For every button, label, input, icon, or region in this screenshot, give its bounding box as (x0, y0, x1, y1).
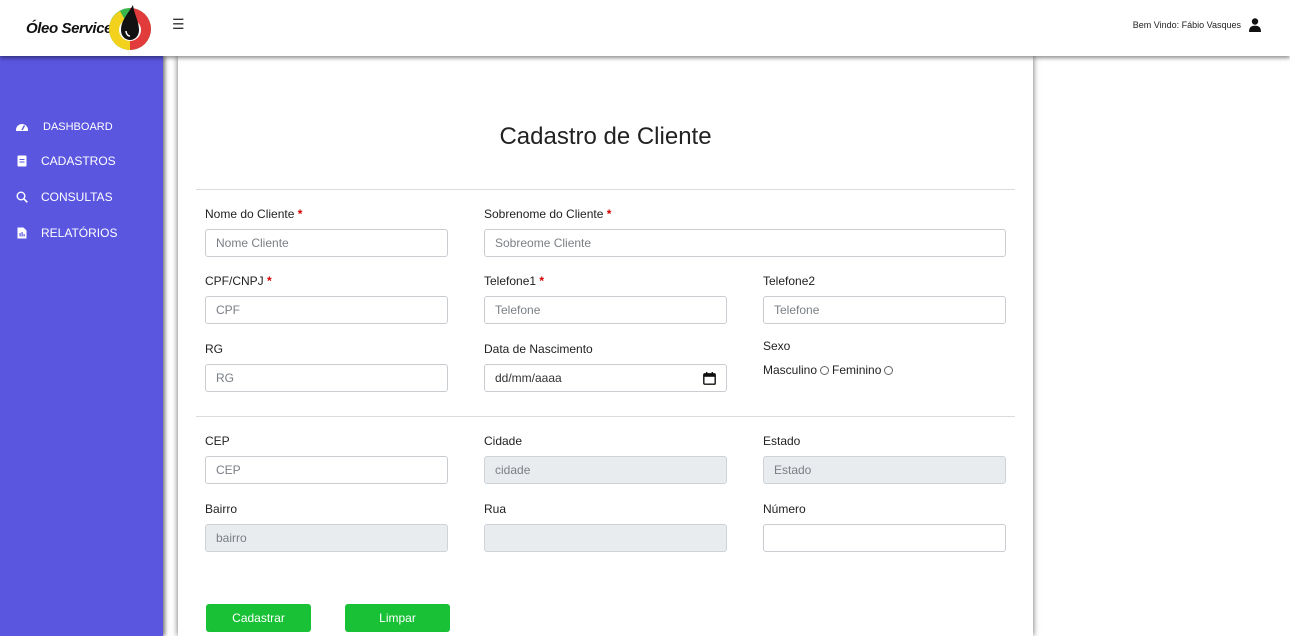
document-icon (17, 155, 27, 167)
cadastrar-button[interactable]: Cadastrar (206, 604, 311, 632)
limpar-button[interactable]: Limpar (345, 604, 450, 632)
feminino-radio[interactable] (884, 365, 894, 375)
menu-toggle-icon[interactable]: ☰ (172, 16, 185, 33)
search-icon (16, 191, 28, 203)
page-title: Cadastro de Cliente (499, 123, 712, 150)
cpf-label-text: CPF/CNPJ (205, 274, 264, 288)
rg-label: RG (205, 342, 223, 356)
sidebar-item-label: DASHBOARD (43, 121, 113, 133)
nome-label-text: Nome do Cliente (205, 207, 295, 221)
sidebar-item-label: CADASTROS (41, 154, 116, 168)
telefone2-input[interactable] (763, 296, 1006, 324)
sidebar-item-consultas[interactable]: CONSULTAS (16, 190, 113, 204)
birthdate-input[interactable]: dd/mm/aaaa (484, 364, 727, 392)
nascimento-label: Data de Nascimento (484, 342, 593, 356)
birthdate-placeholder: dd/mm/aaaa (495, 371, 562, 385)
sobrenome-label: Sobrenome do Cliente * (484, 207, 611, 221)
brand-name[interactable]: Óleo Service (26, 20, 112, 37)
estado-label: Estado (763, 434, 801, 448)
nome-input[interactable] (205, 229, 448, 257)
required-mark: * (267, 274, 272, 288)
divider (196, 416, 1015, 417)
telefone2-label: Telefone2 (763, 274, 816, 288)
sidebar-item-dashboard[interactable]: DASHBOARD (16, 121, 113, 133)
sexo-radio-group: Masculino Feminino (763, 363, 896, 377)
divider (196, 189, 1015, 190)
sidebar: DASHBOARD CADASTROS CONSULTAS RELATÓRIOS (0, 56, 163, 636)
dashboard-icon (16, 124, 28, 131)
customer-form-card: Cadastro de Cliente Nome do Cliente * So… (178, 56, 1033, 636)
numero-input[interactable] (763, 524, 1006, 552)
sidebar-item-relatorios[interactable]: RELATÓRIOS (16, 226, 117, 240)
rg-input[interactable] (205, 364, 448, 392)
cep-input[interactable] (205, 456, 448, 484)
sidebar-item-label: RELATÓRIOS (41, 226, 118, 240)
masculino-radio[interactable] (820, 365, 830, 375)
bairro-input (205, 524, 448, 552)
cpf-input[interactable] (205, 296, 448, 324)
cpf-label: CPF/CNPJ * (205, 274, 272, 288)
required-mark: * (606, 207, 612, 221)
rua-input (484, 524, 727, 552)
sidebar-item-cadastros[interactable]: CADASTROS (16, 154, 116, 168)
bairro-label: Bairro (205, 502, 238, 516)
brand-logo-icon (109, 5, 151, 50)
report-icon (17, 227, 27, 239)
feminino-label: Feminino (832, 363, 882, 377)
numero-label: Número (763, 502, 806, 516)
top-navbar: Óleo Service ☰ Bem Vindo: Fábio Vasques (0, 0, 1290, 56)
sobrenome-input[interactable] (484, 229, 1006, 257)
estado-input (763, 456, 1006, 484)
telefone1-label: Telefone1 * (484, 274, 544, 288)
sidebar-item-label: CONSULTAS (41, 190, 113, 204)
nome-label: Nome do Cliente * (205, 207, 302, 221)
telefone1-input[interactable] (484, 296, 727, 324)
required-mark: * (297, 207, 303, 221)
calendar-icon[interactable] (703, 371, 716, 385)
user-icon[interactable] (1249, 18, 1261, 32)
masculino-label: Masculino (763, 363, 818, 377)
sobrenome-label-text: Sobrenome do Cliente (484, 207, 604, 221)
cidade-input (484, 456, 727, 484)
rua-label: Rua (484, 502, 507, 516)
cep-label: CEP (205, 434, 230, 448)
welcome-text: Bem Vindo: Fábio Vasques (1132, 20, 1241, 30)
required-mark: * (539, 274, 545, 288)
sexo-label: Sexo (763, 339, 791, 353)
telefone1-label-text: Telefone1 (484, 274, 537, 288)
cidade-label: Cidade (484, 434, 523, 448)
